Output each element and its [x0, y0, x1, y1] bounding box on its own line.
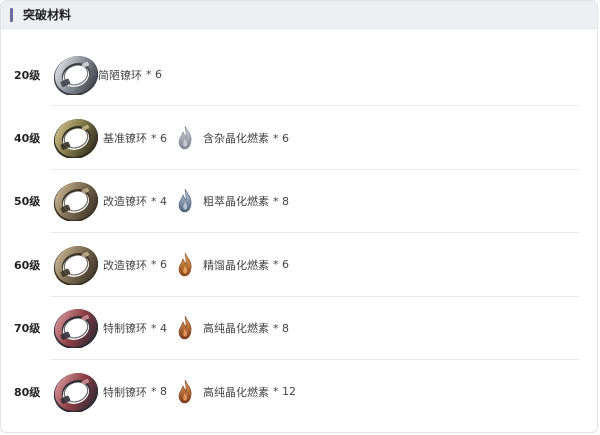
bronze-ring-image	[54, 182, 98, 222]
red-ring-icon	[54, 308, 98, 349]
level-label: 50级	[14, 195, 41, 209]
breakthrough-materials-panel: 突破材料 20级 简陋镣环 * 6 40级 基准镣环 * 6 含杂晶化燃素 * …	[0, 0, 598, 433]
fuel-name: 含杂晶化燃素	[203, 132, 269, 146]
red-ring-image	[54, 309, 98, 349]
materials-list: 20级 简陋镣环 * 6 40级 基准镣环 * 6 含杂晶化燃素 * 6 50级…	[1, 43, 597, 423]
gold-ring-image	[54, 119, 98, 159]
level-label: 60级	[14, 258, 41, 272]
header-accent-bar	[10, 7, 13, 22]
section-title: 突破材料	[23, 8, 72, 22]
amber-flame-icon	[175, 379, 203, 405]
silver-ring-icon	[54, 55, 98, 95]
orange-flame-icon	[175, 252, 203, 278]
bronze-ring-image	[54, 245, 98, 285]
ring-quantity: * 6	[146, 68, 162, 82]
silver-ring-image	[54, 55, 98, 95]
material-row: 20级 简陋镣环 * 6	[1, 43, 597, 107]
material-row: 70级 特制镣环 * 4 高纯晶化燃素 * 8	[1, 297, 597, 360]
fuel-material[interactable]: 粗萃晶化燃素 * 8	[175, 188, 289, 214]
blue-flame-icon	[175, 188, 203, 214]
ring-material[interactable]: 简陋镣环 * 6	[54, 55, 162, 95]
ring-material[interactable]: 基准镣环 * 6	[54, 118, 167, 159]
amber-flame-image	[178, 316, 192, 340]
amber-flame-icon	[175, 315, 203, 341]
grey-flame-icon	[175, 125, 203, 151]
material-row: 60级 改造镣环 * 6 精馏晶化燃素 * 6	[1, 233, 597, 297]
level-label: 40级	[14, 132, 41, 146]
ring-quantity: * 6	[151, 258, 167, 272]
fuel-material[interactable]: 精馏晶化燃素 * 6	[175, 252, 289, 278]
ring-material[interactable]: 改造镣环 * 4	[54, 181, 167, 222]
amber-flame-image	[178, 379, 192, 403]
fuel-material[interactable]: 高纯晶化燃素 * 8	[175, 315, 289, 341]
ring-quantity: * 8	[151, 385, 167, 399]
ring-name: 改造镣环	[103, 195, 147, 209]
ring-name: 简陋镣环	[98, 68, 142, 82]
ring-material[interactable]: 特制镣环 * 4	[54, 308, 167, 349]
red-ring-icon	[54, 372, 98, 412]
ring-name: 特制镣环	[103, 322, 147, 336]
ring-material[interactable]: 改造镣环 * 6	[54, 245, 167, 285]
bronze-ring-icon	[54, 245, 98, 285]
fuel-name: 高纯晶化燃素	[203, 322, 269, 336]
fuel-material[interactable]: 含杂晶化燃素 * 6	[175, 125, 289, 151]
fuel-quantity: * 8	[273, 321, 289, 335]
fuel-quantity: * 12	[273, 385, 296, 399]
fuel-name: 精馏晶化燃素	[203, 258, 269, 272]
fuel-name: 高纯晶化燃素	[203, 385, 269, 399]
bronze-ring-icon	[54, 181, 98, 222]
material-row: 50级 改造镣环 * 4 粗萃晶化燃素 * 8	[1, 170, 597, 234]
ring-name: 特制镣环	[103, 385, 147, 399]
fuel-quantity: * 8	[273, 194, 289, 208]
level-label: 80级	[14, 385, 41, 399]
ring-name: 改造镣环	[103, 258, 147, 272]
ring-quantity: * 4	[151, 194, 167, 208]
fuel-material[interactable]: 高纯晶化燃素 * 12	[175, 379, 296, 405]
fuel-quantity: * 6	[273, 258, 289, 272]
grey-flame-image	[178, 125, 192, 150]
fuel-quantity: * 6	[273, 131, 289, 145]
level-label: 20级	[14, 68, 41, 82]
gold-ring-icon	[54, 118, 98, 159]
ring-quantity: * 6	[151, 131, 167, 145]
level-label: 70级	[14, 322, 41, 336]
orange-flame-image	[178, 252, 192, 277]
fuel-name: 粗萃晶化燃素	[203, 195, 269, 209]
ring-quantity: * 4	[151, 321, 167, 335]
section-header: 突破材料	[1, 1, 597, 29]
blue-flame-image	[178, 189, 192, 213]
red-ring-image	[54, 372, 98, 412]
material-row: 40级 基准镣环 * 6 含杂晶化燃素 * 6	[1, 106, 597, 170]
ring-material[interactable]: 特制镣环 * 8	[54, 372, 167, 412]
material-row: 80级 特制镣环 * 8 高纯晶化燃素 * 12	[1, 360, 597, 423]
ring-name: 基准镣环	[103, 132, 147, 146]
